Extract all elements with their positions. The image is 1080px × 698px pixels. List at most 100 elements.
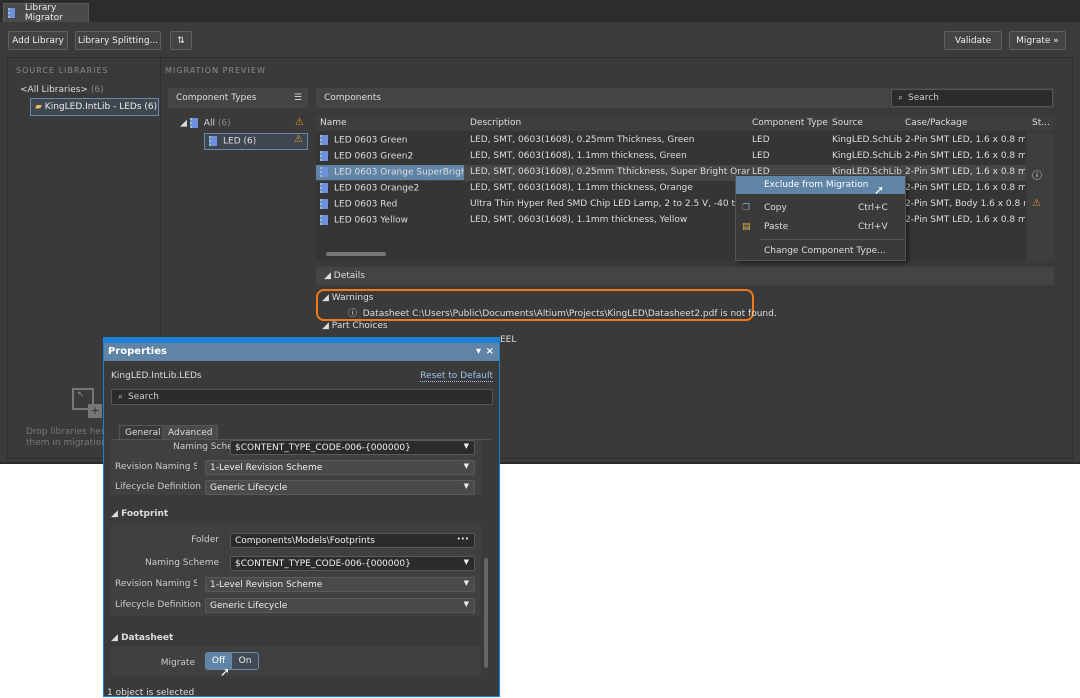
table-row[interactable]: LED 0603 Orange SuperBright LED, SMT, 060… (316, 165, 1026, 181)
component-icon (320, 151, 328, 161)
lifecycle-dropdown[interactable]: Generic Lifecycle ▼ (205, 598, 475, 613)
naming-scheme-dropdown[interactable]: $CONTENT_TYPE_CODE-006-{000000} ▼ (230, 440, 475, 455)
cell-text: 2-Pin SMT LED, 1.6 x 0.8 mm F (905, 183, 1025, 193)
cell-text: 2-Pin SMT LED, 1.6 x 0.8 mm B (905, 135, 1025, 145)
cell-text: LED (752, 135, 770, 145)
table-cell: LED (752, 151, 830, 161)
menu-item-paste[interactable]: ▤ Paste Ctrl+V (736, 218, 905, 236)
table-cell: LED, SMT, 0603(1608), 1.1mm thickness, O… (470, 183, 750, 193)
table-cell: LED 0603 Yellow (320, 215, 468, 226)
details-header[interactable]: ◢ Details (316, 267, 1054, 285)
lifecycle-label: Lifecycle Definition (115, 482, 201, 492)
lifecycle-dropdown[interactable]: Generic Lifecycle ▼ (205, 480, 475, 495)
lifecycle-label: Lifecycle Definition (115, 600, 201, 610)
folder-input[interactable]: Components\Models\Footprints ••• (230, 533, 475, 548)
tab-advanced[interactable]: Advanced (162, 425, 219, 440)
validate-button[interactable]: Validate (944, 31, 1002, 50)
table-cell: KingLED.SchLib (832, 135, 904, 145)
tab-general[interactable]: General (119, 425, 167, 440)
cell-text: 2-Pin SMT LED, 1.6 x 0.8 mm F (905, 215, 1025, 225)
library-icon: ▰ (35, 102, 45, 112)
more-icon[interactable]: ••• (457, 535, 469, 543)
revision-naming-dropdown[interactable]: 1-Level Revision Scheme ▼ (205, 460, 475, 475)
components-table: Name Description Component Type Source C… (316, 116, 1054, 261)
mouse-cursor-icon: ➚ (220, 665, 231, 679)
table-row[interactable]: LED 0603 Red Ultra Thin Hyper Red SMD Chi… (316, 197, 1026, 213)
column-status[interactable]: St... (1032, 118, 1050, 128)
add-library-button[interactable]: Add Library (8, 31, 68, 50)
tab-bar (0, 0, 1080, 22)
component-types-header: Component Types ☰ (168, 88, 308, 108)
selected-object-name: KingLED.IntLib.LEDs (111, 371, 202, 381)
table-row[interactable]: LED 0603 Orange2 LED, SMT, 0603(1608), 1.… (316, 181, 1026, 197)
obscured-text: EEL (500, 335, 517, 345)
column-case-package[interactable]: Case/Package (905, 118, 967, 128)
properties-search-input[interactable]: ⌕ Search (111, 389, 493, 405)
tree-item-all[interactable]: ◢ All (6) ⚠ (180, 117, 308, 129)
column-name[interactable]: Name (320, 118, 347, 128)
search-icon: ⌕ (118, 392, 124, 402)
swap-icon[interactable]: ⇅ (170, 31, 192, 50)
reset-to-default-link[interactable]: Reset to Default (420, 371, 493, 382)
table-cell: LED 0603 Green (320, 135, 468, 146)
datasheet-section[interactable]: ◢ Datasheet (111, 633, 173, 643)
tab-library-migrator[interactable]: Library Migrator (3, 3, 89, 23)
chevron-down-icon: ▼ (463, 462, 469, 470)
column-source[interactable]: Source (832, 118, 863, 128)
double-chevron-right-icon: » (1050, 35, 1059, 46)
footprint-section[interactable]: ◢ Footprint (111, 509, 168, 519)
table-cell: 2-Pin SMT LED, 1.6 x 0.8 mm F (905, 183, 1025, 193)
top-group: Naming Scheme $CONTENT_TYPE_CODE-006-{00… (111, 440, 481, 495)
tree-item-led[interactable]: LED (6) ⚠ (204, 133, 308, 150)
naming-scheme-dropdown[interactable]: $CONTENT_TYPE_CODE-006-{000000} ▼ (230, 556, 475, 571)
migrate-button[interactable]: Migrate » (1009, 31, 1066, 50)
drop-library-icon: + ↖ (72, 388, 102, 418)
library-splitting-button[interactable]: Library Splitting... (75, 31, 161, 50)
datasheet-group: Migrate Off On (111, 646, 481, 676)
close-icon[interactable]: × (486, 346, 494, 357)
cell-text: LED 0603 Red (334, 199, 398, 210)
properties-title-bar: Properties ▾ × (104, 343, 499, 361)
library-item-kingled[interactable]: ▰ KingLED.IntLib - LEDs (6) (30, 98, 159, 116)
menu-item-change-type[interactable]: Change Component Type... (736, 242, 905, 260)
status-column (1026, 132, 1054, 261)
components-search-input[interactable]: ⌕ Search (891, 89, 1053, 107)
table-cell: LED, SMT, 0603(1608), 0.25mm Tthickness,… (470, 167, 750, 177)
cell-text: LED, SMT, 0603(1608), 0.25mm Thickness, … (470, 135, 695, 145)
table-row[interactable]: LED 0603 Yellow LED, SMT, 0603(1608), 1.1… (316, 213, 1026, 229)
dropdown-icon[interactable]: ▾ (476, 346, 481, 357)
revision-naming-dropdown[interactable]: 1-Level Revision Scheme ▼ (205, 577, 475, 592)
component-type-icon (209, 136, 217, 146)
table-row[interactable]: LED 0603 Green LED, SMT, 0603(1608), 0.25… (316, 133, 1026, 149)
cell-text: LED, SMT, 0603(1608), 1.1mm thickness, Y… (470, 215, 688, 225)
menu-item-copy[interactable]: ❐ Copy Ctrl+C (736, 199, 905, 217)
table-cell: 2-Pin SMT, Body 1.6 x 0.8 mm, (905, 199, 1025, 209)
naming-scheme-label: Naming Scheme (145, 558, 219, 568)
warning-icon: ⚠ (295, 117, 304, 128)
part-choices-section[interactable]: ◢ Part Choices (322, 321, 388, 331)
warning-message: ⓘ Datasheet C:\Users\Public\Documents\Al… (348, 309, 777, 319)
horizontal-scrollbar[interactable] (326, 252, 386, 256)
column-description[interactable]: Description (470, 118, 521, 128)
chevron-down-icon: ▼ (463, 600, 469, 608)
table-cell: LED, SMT, 0603(1608), 0.25mm Thickness, … (470, 135, 750, 145)
vertical-scrollbar[interactable] (484, 558, 488, 668)
component-icon (320, 199, 328, 209)
table-row[interactable]: LED 0603 Green2 LED, SMT, 0603(1608), 1.1… (316, 149, 1026, 165)
menu-divider (760, 239, 905, 240)
table-cell: KingLED.SchLib (832, 151, 904, 161)
column-component-type[interactable]: Component Type (752, 118, 828, 128)
cell-text: KingLED.SchLib (832, 135, 902, 145)
migrate-toggle[interactable]: Off On (205, 652, 259, 670)
naming-scheme-label: Naming Scheme (173, 442, 247, 452)
all-libraries-item[interactable]: <All Libraries> (6) (20, 85, 104, 95)
component-icon (320, 135, 328, 145)
component-type-icon (189, 118, 198, 128)
warning-icon: ⚠ (294, 134, 303, 145)
toggle-on[interactable]: On (231, 653, 258, 669)
table-cell: 2-Pin SMT LED, 1.6 x 0.8 mm F (905, 215, 1025, 225)
table-cell: 2-Pin SMT LED, 1.6 x 0.8 mm F (905, 151, 1025, 161)
warnings-section[interactable]: ◢ Warnings (322, 293, 374, 303)
library-migrator-icon (8, 8, 15, 18)
tree-view-icon[interactable]: ☰ (294, 93, 302, 103)
